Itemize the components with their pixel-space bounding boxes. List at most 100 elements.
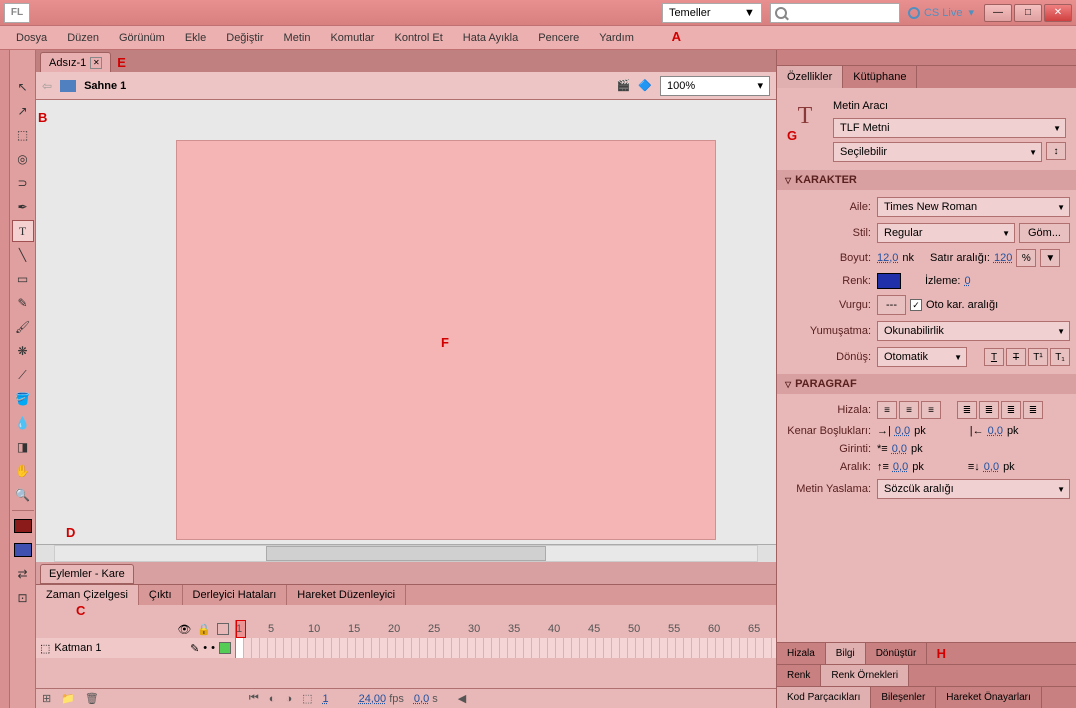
text-engine-dropdown[interactable]: TLF Metni▼ (833, 118, 1066, 138)
menu-gorunum[interactable]: Görünüm (109, 32, 175, 44)
free-transform-tool[interactable]: ⬚ (12, 124, 34, 146)
timeline-ruler[interactable]: 15101520253035404550556065 (236, 620, 776, 638)
embed-button[interactable]: Göm... (1019, 223, 1070, 243)
stroke-color[interactable] (12, 515, 34, 537)
text-tool[interactable]: T (12, 220, 34, 242)
tab-timeline[interactable]: Zaman Çizelgesi (36, 585, 139, 605)
tab-errors[interactable]: Derleyici Hataları (183, 585, 288, 605)
h-scrollbar[interactable] (36, 544, 776, 562)
lasso-tool[interactable]: ⊃ (12, 172, 34, 194)
stage-area[interactable]: F D (36, 100, 776, 544)
tab-swatches[interactable]: Renk Örnekleri (821, 665, 909, 686)
onion-outline-icon[interactable]: ◑ (285, 693, 292, 705)
leading-dd[interactable]: ▼ (1040, 249, 1060, 267)
menu-hata[interactable]: Hata Ayıkla (453, 32, 528, 44)
align-center[interactable]: ≡ (899, 401, 919, 419)
paint-bucket-tool[interactable]: 🪣 (12, 388, 34, 410)
justify-right[interactable]: ≣ (1001, 401, 1021, 419)
swap-colors[interactable]: ⇄ (12, 563, 34, 585)
font-style-dropdown[interactable]: Regular▼ (877, 223, 1015, 243)
menu-ekle[interactable]: Ekle (175, 32, 216, 44)
fill-color[interactable] (12, 539, 34, 561)
menu-komutlar[interactable]: Komutlar (320, 32, 384, 44)
tab-motion[interactable]: Hareket Düzenleyici (287, 585, 406, 605)
tab-library[interactable]: Kütüphane (843, 66, 917, 88)
leading-unit[interactable]: % (1016, 249, 1036, 267)
indent-value[interactable]: 0,0 (892, 443, 907, 455)
align-left[interactable]: ≡ (877, 401, 897, 419)
justify-all[interactable]: ≣ (1023, 401, 1043, 419)
new-layer-icon[interactable]: ⊞ (42, 692, 51, 705)
onion-skin-icon[interactable]: ◐ (269, 693, 276, 705)
tab-properties[interactable]: Özellikler (777, 66, 843, 88)
edit-multiple-icon[interactable]: ⬚ (302, 692, 312, 705)
new-folder-icon[interactable]: 📁 (61, 692, 75, 705)
lock-icon[interactable]: 🔒 (197, 623, 211, 636)
rectangle-tool[interactable]: ▭ (12, 268, 34, 290)
autokern-checkbox[interactable]: ✓ (910, 299, 922, 311)
outline-icon[interactable] (217, 623, 229, 635)
line-tool[interactable]: ╲ (12, 244, 34, 266)
rotation-dropdown[interactable]: Otomatik▼ (877, 347, 967, 367)
tab-motion-presets[interactable]: Hareket Önayarları (936, 687, 1041, 708)
align-right[interactable]: ≡ (921, 401, 941, 419)
zoom-dropdown[interactable]: 100% ▾ (660, 76, 770, 96)
menu-dosya[interactable]: Dosya (6, 32, 57, 44)
justify-center[interactable]: ≣ (979, 401, 999, 419)
collapse-strip[interactable] (0, 50, 10, 708)
margin-left-value[interactable]: 0,0 (895, 425, 910, 437)
font-family-dropdown[interactable]: Times New Roman▼ (877, 197, 1070, 217)
frames-area[interactable] (236, 638, 776, 658)
edit-scene-icon[interactable]: 🎬 (617, 79, 631, 92)
menu-yardim[interactable]: Yardım (589, 32, 644, 44)
antialiasing-dropdown[interactable]: Okunabilirlik▼ (877, 321, 1070, 341)
highlight-swatch[interactable]: --- (877, 295, 906, 315)
text-type-dropdown[interactable]: Seçilebilir▼ (833, 142, 1042, 162)
hand-tool[interactable]: ✋ (12, 460, 34, 482)
leading-value[interactable]: 120 (994, 252, 1012, 264)
section-character[interactable]: KARAKTER (777, 170, 1076, 190)
superscript-button[interactable]: T¹ (1028, 348, 1048, 366)
tab-components[interactable]: Bileşenler (871, 687, 936, 708)
font-size-value[interactable]: 12,0 (877, 252, 898, 264)
stage[interactable] (176, 140, 716, 540)
delete-layer-icon[interactable]: 🗑 (85, 692, 99, 705)
subselection-tool[interactable]: ↗ (12, 100, 34, 122)
selection-tool[interactable]: ↖ (12, 76, 34, 98)
minimize-button[interactable]: — (984, 4, 1012, 22)
underline-button[interactable]: T (984, 348, 1004, 366)
margin-right-value[interactable]: 0,0 (988, 425, 1003, 437)
nav-back-icon[interactable]: ⇦ (42, 79, 52, 93)
tab-color[interactable]: Renk (777, 665, 821, 686)
space-after-value[interactable]: 0,0 (984, 461, 999, 473)
menu-duzen[interactable]: Düzen (57, 32, 109, 44)
cs-live-button[interactable]: CS Live▾ (908, 6, 974, 19)
tab-output[interactable]: Çıktı (139, 585, 183, 605)
section-paragraph[interactable]: PARAGRAF (777, 374, 1076, 394)
text-justify-dropdown[interactable]: Sözcük aralığı▼ (877, 479, 1070, 499)
edit-symbol-icon[interactable]: 🔷 (638, 79, 652, 92)
eraser-tool[interactable]: ◨ (12, 436, 34, 458)
tab-info[interactable]: Bilgi (826, 643, 866, 664)
strikethrough-button[interactable]: T (1006, 348, 1026, 366)
doc-close-icon[interactable]: ✕ (90, 57, 102, 69)
pen-tool[interactable]: ✒ (12, 196, 34, 218)
menu-degistir[interactable]: Değiştir (216, 32, 273, 44)
doc-tab[interactable]: Adsız-1 ✕ (40, 52, 111, 72)
text-dir-button[interactable]: ↕ (1046, 142, 1066, 160)
actions-panel-tab[interactable]: Eylemler - Kare (40, 564, 134, 584)
tracking-value[interactable]: 0 (964, 275, 970, 287)
subscript-button[interactable]: T₁ (1050, 348, 1070, 366)
snap-toggle[interactable]: ⊡ (12, 587, 34, 609)
3d-rotation-tool[interactable]: ◎ (12, 148, 34, 170)
workspace-switcher[interactable]: Temeller ▼ (662, 3, 762, 23)
layer-row[interactable]: ⬚ Katman 1 ✎ •• (36, 638, 236, 658)
tab-align[interactable]: Hizala (777, 643, 826, 664)
menu-kontrol[interactable]: Kontrol Et (384, 32, 452, 44)
bone-tool[interactable]: ⟋ (12, 364, 34, 386)
tab-transform[interactable]: Dönüştür (866, 643, 928, 664)
space-before-value[interactable]: 0,0 (893, 461, 908, 473)
search-input[interactable] (770, 3, 900, 23)
eyedropper-tool[interactable]: 💧 (12, 412, 34, 434)
brush-tool[interactable]: 🖌 (12, 316, 34, 338)
